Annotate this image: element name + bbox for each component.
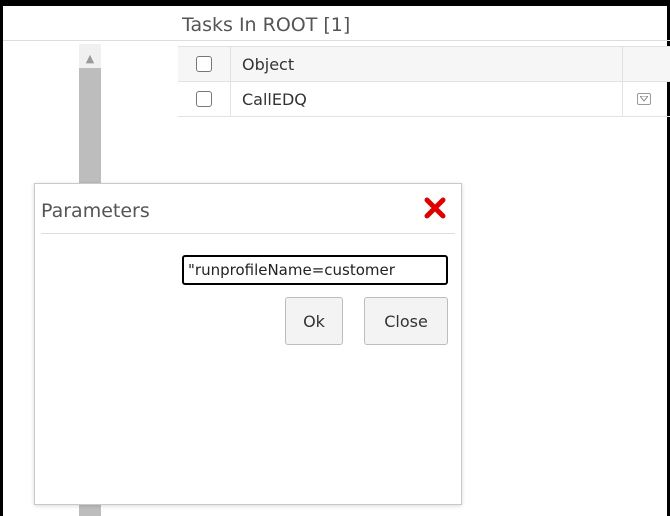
tasks-grid: Object CallEDQ: [178, 46, 670, 117]
parameters-input[interactable]: [182, 255, 448, 285]
select-all-checkbox[interactable]: [196, 56, 212, 72]
column-divider: [230, 82, 231, 116]
tasks-panel-title: Tasks In ROOT [1]: [182, 14, 351, 36]
task-object-name[interactable]: CallEDQ: [242, 90, 307, 109]
dropdown-menu-icon[interactable]: [637, 93, 651, 105]
dialog-title-divider: [41, 233, 455, 234]
table-row[interactable]: CallEDQ: [178, 82, 670, 117]
ok-button[interactable]: Ok: [285, 297, 343, 345]
column-divider: [622, 82, 623, 116]
row-checkbox[interactable]: [196, 91, 212, 107]
close-button[interactable]: Close: [364, 297, 448, 345]
close-x-icon[interactable]: [423, 196, 447, 220]
grid-header-row: Object: [178, 46, 670, 82]
dialog-title: Parameters: [41, 200, 150, 222]
column-header-object: Object: [242, 54, 295, 74]
left-panel-divider: [3, 40, 178, 41]
column-divider: [230, 47, 231, 81]
parameters-dialog: Parameters Ok Close: [34, 183, 462, 505]
tasks-title-divider: [178, 40, 670, 41]
column-divider: [622, 47, 623, 81]
scroll-up-arrow-icon[interactable]: ▲: [79, 50, 101, 66]
